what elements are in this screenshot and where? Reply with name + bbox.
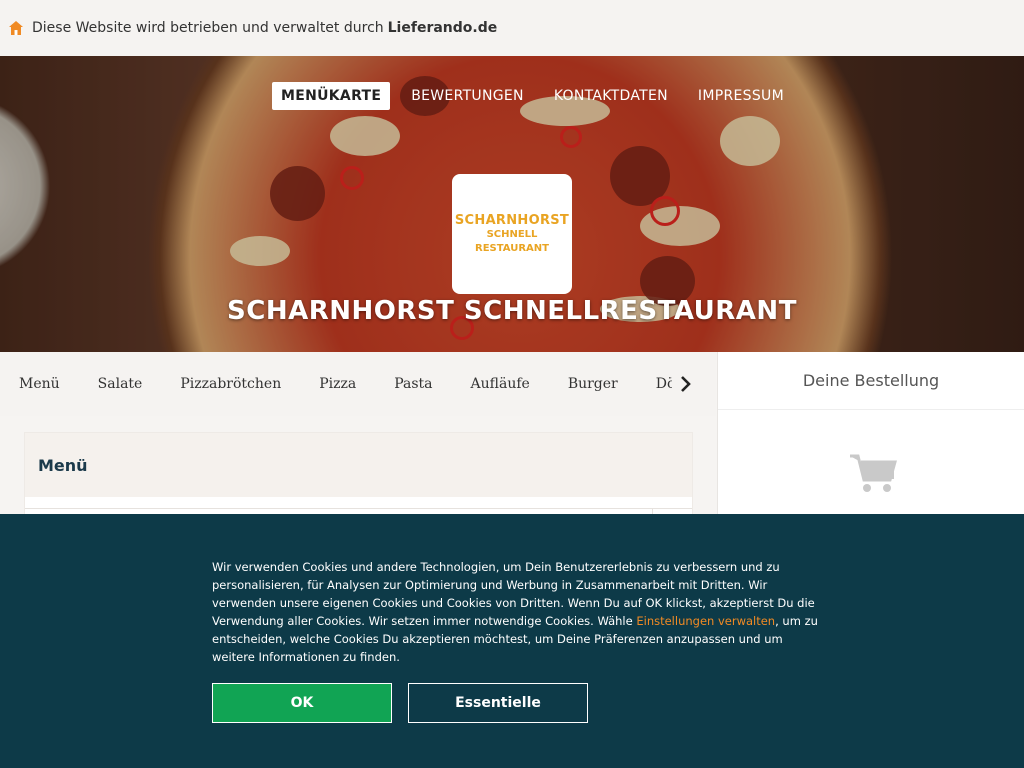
category-menu[interactable]: Menü [19,376,60,392]
hero-banner: MENÜKARTE BEWERTUNGEN KONTAKTDATEN IMPRE… [0,56,1024,352]
nav-impressum[interactable]: IMPRESSUM [689,82,793,110]
category-pasta[interactable]: Pasta [394,376,432,392]
divider [25,508,692,509]
operator-text: Diese Website wird betrieben und verwalt… [32,20,384,36]
menu-section-title: Menü [25,433,692,497]
category-burger[interactable]: Burger [568,376,618,392]
restaurant-title: SCHARNHORST SCHNELLRESTAURANT [227,296,797,326]
category-doener[interactable]: Dön [656,376,672,392]
main-nav: MENÜKARTE BEWERTUNGEN KONTAKTDATEN IMPRE… [272,82,793,110]
category-bar: Menü Salate Pizzabrötchen Pizza Pasta Au… [0,352,716,416]
category-auflaeufe[interactable]: Aufläufe [471,376,530,392]
logo-line-1: SCHARNHORST [454,212,570,228]
cookie-banner: Wir verwenden Cookies und andere Technol… [0,514,1024,768]
operator-brand-link[interactable]: Lieferando.de [388,20,498,36]
ok-button[interactable]: OK [212,683,392,723]
nav-menukarte[interactable]: MENÜKARTE [272,82,391,110]
order-panel: Deine Bestellung [717,352,1024,522]
category-pizza[interactable]: Pizza [319,376,356,392]
essential-cookies-button[interactable]: Essentielle [408,683,588,723]
logo-line-2: SCHNELL [486,228,538,240]
chevron-right-icon[interactable] [678,374,694,394]
operator-bar: Diese Website wird betrieben und verwalt… [0,0,1024,56]
restaurant-logo: SCHARNHORST SCHNELL RESTAURANT [452,174,572,294]
home-icon [9,21,23,35]
manage-settings-link[interactable]: Einstellungen verwalten [636,614,775,628]
category-pizzabroetchen[interactable]: Pizzabrötchen [180,376,281,392]
cookie-text: Wir verwenden Cookies und andere Technol… [212,558,822,666]
nav-bewertungen[interactable]: BEWERTUNGEN [402,82,533,110]
cart-icon [850,454,897,492]
logo-line-3: RESTAURANT [475,242,549,254]
nav-kontaktdaten[interactable]: KONTAKTDATEN [545,82,677,110]
category-salate[interactable]: Salate [98,376,143,392]
order-title: Deine Bestellung [718,352,1024,410]
